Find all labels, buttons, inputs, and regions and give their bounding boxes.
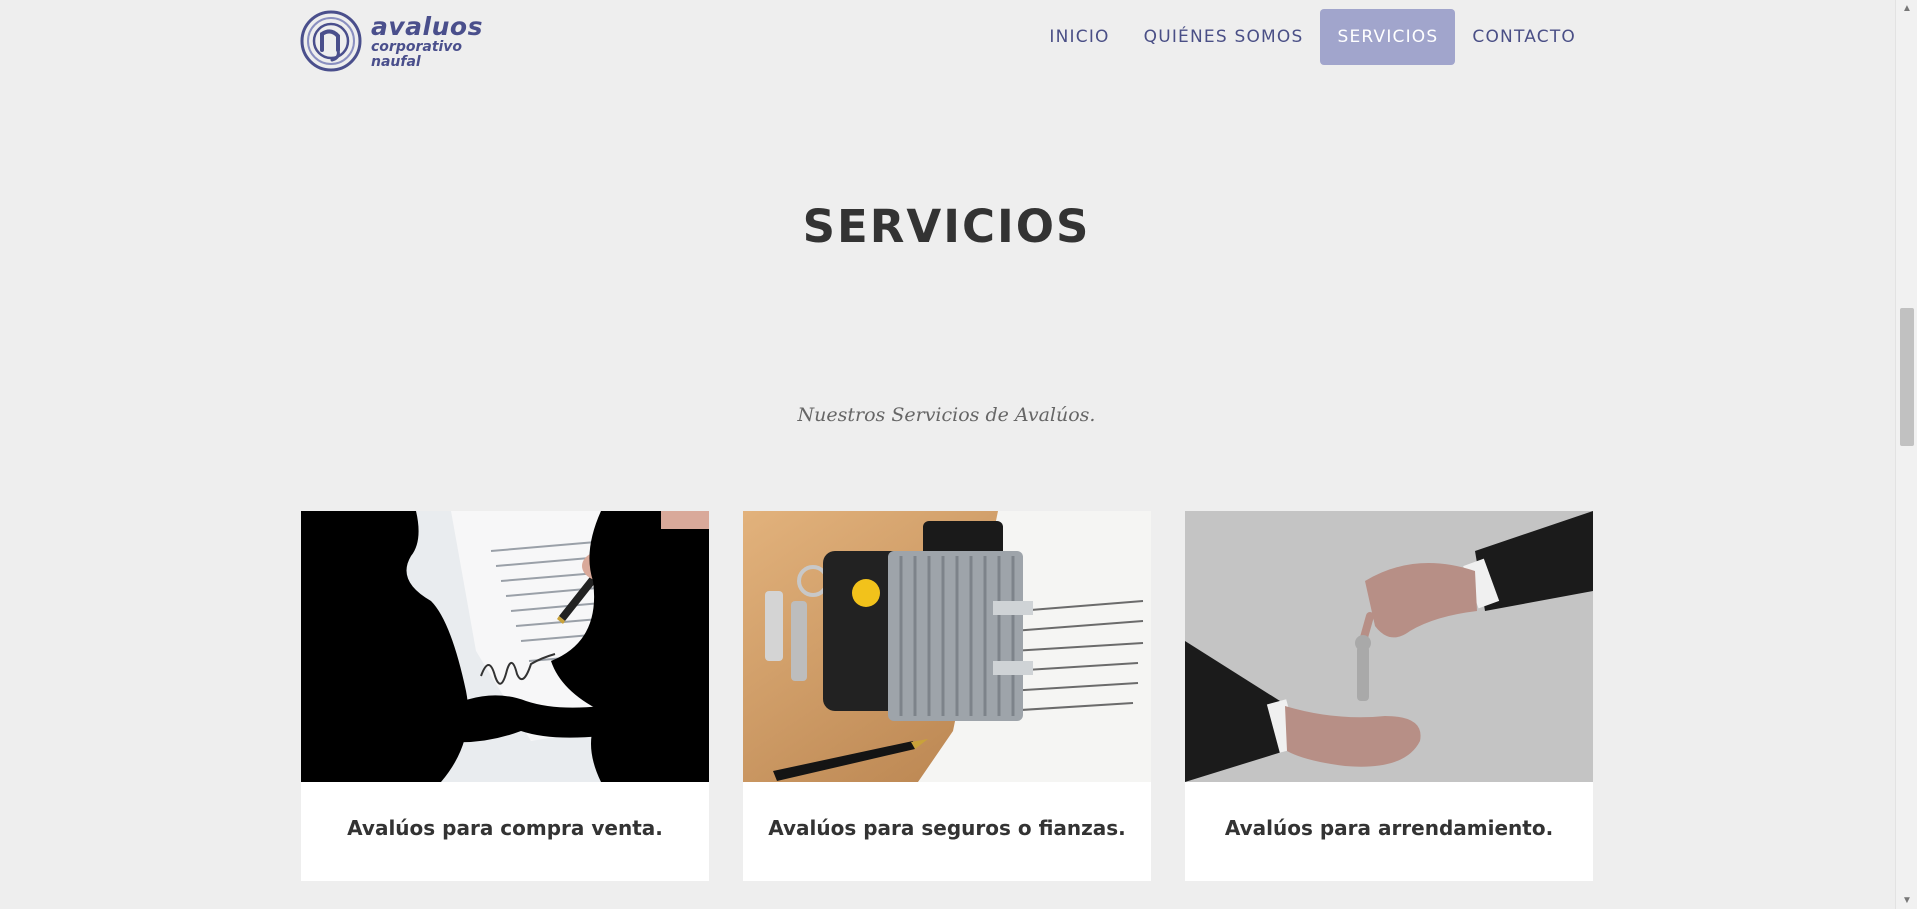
- main-nav: INICIO QUIÉNES SOMOS SERVICIOS CONTACTO: [1032, 9, 1593, 65]
- padlock-document-photo: [743, 511, 1151, 782]
- nav-item-servicios[interactable]: SERVICIOS: [1320, 9, 1456, 65]
- scroll-up-icon[interactable]: ▲: [1896, 0, 1917, 17]
- scrollbar-thumb[interactable]: [1900, 308, 1914, 446]
- logo-text: avaluos corporativo naufal: [371, 14, 483, 69]
- logo-line-1: avaluos: [371, 11, 483, 41]
- logo-mark-icon: [300, 10, 362, 72]
- service-card-arrendamiento[interactable]: Avalúos para arrendamiento.: [1185, 511, 1593, 881]
- page-subtitle: Nuestros Servicios de Avalúos.: [797, 404, 1096, 426]
- service-card-compra-venta[interactable]: Avalúos para compra venta.: [301, 511, 709, 881]
- scroll-down-icon[interactable]: ▼: [1896, 892, 1917, 909]
- page-scrollbar[interactable]: ▲ ▼: [1895, 0, 1917, 909]
- handshake-contract-photo: [301, 511, 709, 782]
- service-card-title[interactable]: Avalúos para compra venta.: [301, 782, 709, 881]
- logo-line-3: naufal: [371, 53, 421, 70]
- services-grid: Avalúos para compra venta. Avalúos para …: [301, 511, 1593, 881]
- service-card-title[interactable]: Avalúos para seguros o fianzas.: [743, 782, 1151, 881]
- key-handover-photo: [1185, 511, 1593, 782]
- site-logo[interactable]: avaluos corporativo naufal: [300, 10, 482, 72]
- service-card-seguros-fianzas[interactable]: Avalúos para seguros o fianzas.: [743, 511, 1151, 881]
- nav-item-inicio[interactable]: INICIO: [1032, 9, 1126, 65]
- nav-item-quienes-somos[interactable]: QUIÉNES SOMOS: [1127, 9, 1321, 65]
- logo-line-2: corporativo: [371, 38, 463, 55]
- nav-item-contacto[interactable]: CONTACTO: [1455, 9, 1593, 65]
- page-title: SERVICIOS: [802, 200, 1091, 253]
- service-card-title[interactable]: Avalúos para arrendamiento.: [1185, 782, 1593, 881]
